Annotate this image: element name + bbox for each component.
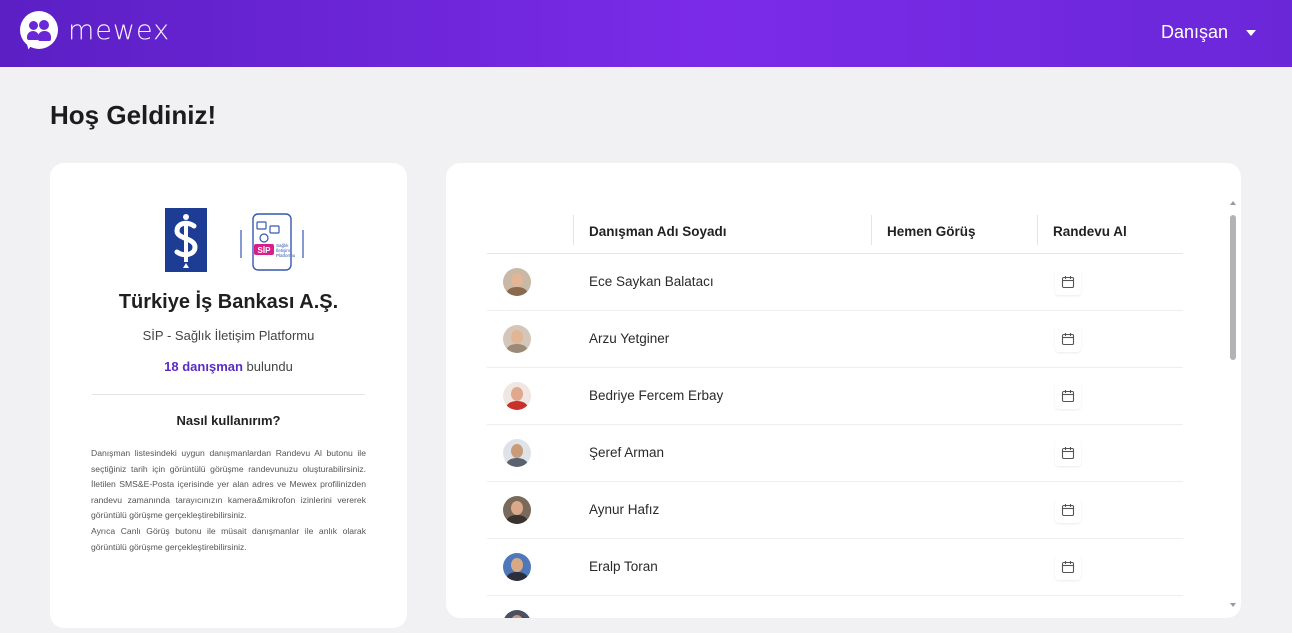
avatar bbox=[503, 610, 531, 618]
header-divider bbox=[871, 215, 872, 245]
table-row: Bedriye Fercem Erbay bbox=[487, 368, 1183, 425]
consultant-name: Aynur Hafız bbox=[589, 502, 660, 517]
arrow-down-icon[interactable] bbox=[1230, 603, 1236, 607]
arrow-up-icon[interactable] bbox=[1230, 201, 1236, 205]
calendar-icon bbox=[1061, 390, 1075, 403]
consultant-name: Ece Saykan Balatacı bbox=[589, 274, 714, 289]
consultant-count-value: 18 danışman bbox=[164, 359, 243, 374]
company-info-card: SİP Sağlık İletişim Platformu Türkiye İş… bbox=[50, 163, 407, 628]
isbank-logo bbox=[165, 208, 207, 272]
page-title: Hoş Geldiniz! bbox=[50, 100, 217, 130]
appointment-button[interactable] bbox=[1055, 497, 1081, 523]
avatar bbox=[503, 439, 531, 467]
table-row: Arzu Yetginer bbox=[487, 311, 1183, 368]
how-to-paragraph-1: Danışman listesindeki uygun danışmanlard… bbox=[91, 448, 366, 521]
top-bar: mewex Danışan bbox=[0, 0, 1292, 67]
table-scrollbar[interactable] bbox=[1227, 193, 1241, 613]
user-role-label: Danışan bbox=[1160, 22, 1228, 42]
avatar bbox=[503, 382, 531, 410]
brand-name: mewex bbox=[68, 14, 171, 46]
table-row: Ece Saykan Balatacı bbox=[487, 254, 1183, 311]
avatar bbox=[503, 268, 531, 296]
appointment-button[interactable] bbox=[1055, 440, 1081, 466]
header-divider bbox=[1037, 215, 1038, 245]
brand[interactable]: mewex bbox=[20, 11, 171, 51]
calendar-icon bbox=[1061, 504, 1075, 517]
column-header-instant: Hemen Görüş bbox=[887, 224, 976, 239]
appointment-button[interactable] bbox=[1055, 269, 1081, 295]
calendar-icon bbox=[1061, 447, 1075, 460]
column-header-appointment: Randevu Al bbox=[1053, 224, 1127, 239]
consultant-name: Şeref Arman bbox=[589, 445, 665, 460]
table-row bbox=[487, 596, 1183, 618]
sip-logo-text: SİP bbox=[258, 246, 272, 255]
how-to-paragraph-2: Ayrıca Canlı Görüş butonu ile müsait dan… bbox=[91, 525, 366, 552]
scrollbar-thumb[interactable] bbox=[1230, 215, 1236, 360]
appointment-button[interactable] bbox=[1055, 383, 1081, 409]
chevron-down-icon bbox=[1246, 29, 1256, 36]
calendar-icon bbox=[1061, 333, 1075, 346]
how-to-title: Nasıl kullanırım? bbox=[176, 413, 281, 428]
consultant-name: Eralp Toran bbox=[589, 559, 658, 574]
how-to-text: Danışman listesindeki uygun danışmanlard… bbox=[91, 446, 366, 555]
svg-text:Platformu: Platformu bbox=[276, 253, 296, 258]
user-role-menu[interactable]: Danışan bbox=[1161, 22, 1256, 43]
sip-logo: SİP Sağlık İletişim Platformu bbox=[237, 208, 307, 272]
consultant-name: Bedriye Fercem Erbay bbox=[589, 388, 724, 403]
consultant-count: 18 danışman bulundu bbox=[50, 359, 407, 374]
consultant-table-card: Danışman Adı Soyadı Hemen Görüş Randevu … bbox=[446, 163, 1241, 618]
calendar-icon bbox=[1061, 561, 1075, 574]
appointment-button[interactable] bbox=[1055, 326, 1081, 352]
company-name: Türkiye İş Bankası A.Ş. bbox=[118, 291, 339, 313]
table-row: Aynur Hafız bbox=[487, 482, 1183, 539]
avatar bbox=[503, 553, 531, 581]
divider bbox=[92, 394, 365, 395]
column-header-name: Danışman Adı Soyadı bbox=[589, 224, 727, 239]
header-divider bbox=[573, 215, 574, 245]
table-row: Eralp Toran bbox=[487, 539, 1183, 596]
appointment-button[interactable] bbox=[1055, 554, 1081, 580]
calendar-icon bbox=[1061, 276, 1075, 289]
avatar bbox=[503, 325, 531, 353]
consultant-count-suffix: bulundu bbox=[242, 359, 293, 374]
company-logos: SİP Sağlık İletişim Platformu bbox=[165, 208, 307, 272]
table-row: Şeref Arman bbox=[487, 425, 1183, 482]
platform-name: SİP - Sağlık İletişim Platformu bbox=[142, 328, 315, 343]
avatar bbox=[503, 496, 531, 524]
consultant-name: Arzu Yetginer bbox=[589, 331, 670, 346]
mewex-logo-icon bbox=[20, 11, 58, 51]
